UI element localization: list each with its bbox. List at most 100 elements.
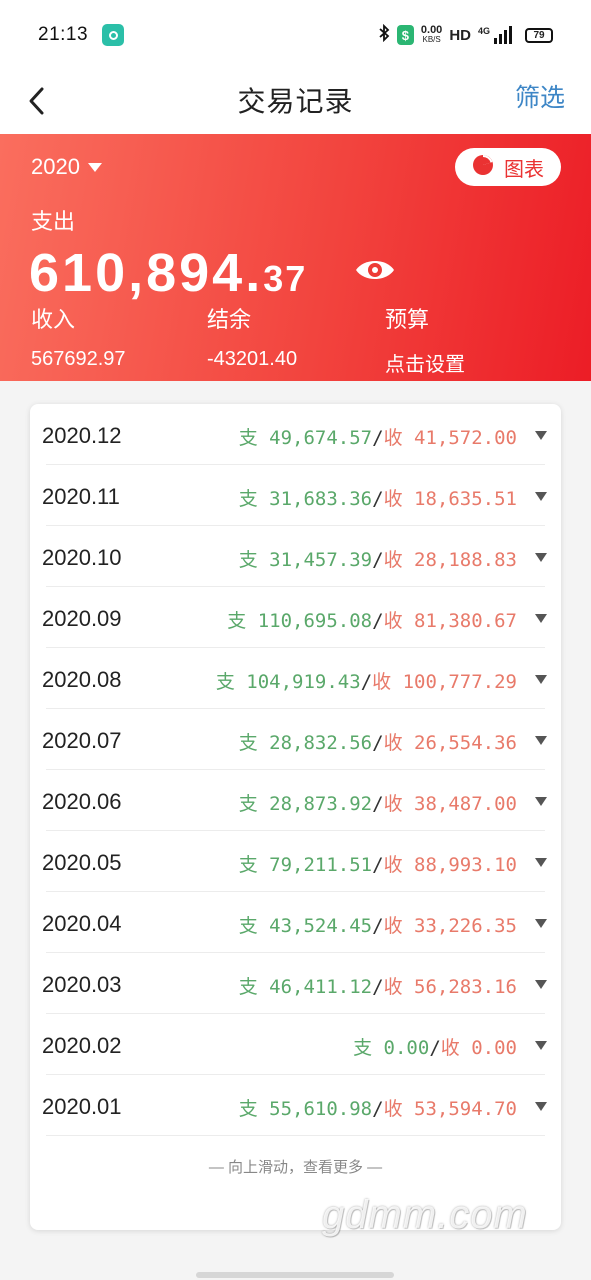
- year-selector[interactable]: 2020: [31, 154, 102, 180]
- month-row[interactable]: 2020.02 支 0.00/收 0.00: [30, 1014, 561, 1075]
- income-prefix: 收: [383, 610, 403, 632]
- income-prefix: 收: [383, 427, 403, 449]
- month-row[interactable]: 2020.09 支 110,695.08/收 81,380.67: [30, 587, 561, 648]
- budget-setup-link[interactable]: 点击设置: [385, 348, 465, 377]
- amount-separator: /: [372, 427, 384, 449]
- income-value: 567692.97: [31, 348, 126, 370]
- month-label: 2020.02: [42, 1033, 122, 1058]
- expense-prefix: 支: [238, 1098, 258, 1120]
- income-stat: 收入 567692.97: [31, 302, 126, 371]
- monthly-list: — 向上滑动，查看更多 — 2020.12 支 49,674.57/收 41,57…: [30, 404, 561, 1230]
- income-amount: 0.00: [471, 1037, 517, 1059]
- month-row[interactable]: 2020.12 支 49,674.57/收 41,572.00: [30, 404, 561, 465]
- amount-separator: /: [372, 732, 384, 754]
- expand-caret-icon[interactable]: [535, 492, 547, 501]
- expense-prefix: 支: [215, 671, 235, 693]
- income-prefix: 收: [383, 854, 403, 876]
- income-amount: 100,777.29: [402, 671, 517, 693]
- budget-stat[interactable]: 预算 点击设置: [385, 302, 465, 377]
- expense-prefix: 支: [353, 1037, 373, 1059]
- amount-separator: /: [372, 854, 384, 876]
- month-amounts: 支 104,919.43/收 100,777.29: [216, 667, 517, 694]
- month-label: 2020.08: [42, 667, 122, 692]
- amount-separator: /: [372, 610, 384, 632]
- income-label: 收入: [31, 307, 76, 332]
- income-amount: 88,993.10: [414, 854, 517, 876]
- expand-caret-icon[interactable]: [535, 797, 547, 806]
- month-row[interactable]: 2020.01 支 55,610.98/收 53,594.70: [30, 1075, 561, 1136]
- month-row[interactable]: 2020.08 支 104,919.43/收 100,777.29: [30, 648, 561, 709]
- month-amounts: 支 79,211.51/收 88,993.10: [239, 850, 517, 877]
- pie-chart-icon: [472, 154, 494, 181]
- amount-separator: /: [429, 1037, 441, 1059]
- balance-stat: 结余 -43201.40: [207, 302, 297, 371]
- network-type: 4G: [477, 26, 490, 36]
- month-label: 2020.09: [42, 606, 122, 631]
- expand-caret-icon[interactable]: [535, 1102, 547, 1111]
- dropdown-caret-icon: [87, 162, 102, 172]
- income-prefix: 收: [383, 976, 403, 998]
- net-speed-unit: KB/S: [422, 35, 441, 44]
- month-label: 2020.07: [42, 728, 122, 753]
- month-label: 2020.06: [42, 789, 122, 814]
- month-amounts: 支 0.00/收 0.00: [353, 1033, 517, 1060]
- income-prefix: 收: [440, 1037, 460, 1059]
- expand-caret-icon[interactable]: [535, 736, 547, 745]
- expand-caret-icon[interactable]: [535, 614, 547, 623]
- expense-prefix: 支: [238, 427, 258, 449]
- month-amounts: 支 46,411.12/收 56,283.16: [239, 972, 517, 999]
- month-amounts: 支 55,610.98/收 53,594.70: [239, 1094, 517, 1121]
- income-amount: 18,635.51: [414, 488, 517, 510]
- expense-amount: 49,674.57: [269, 427, 373, 449]
- expand-caret-icon[interactable]: [535, 919, 547, 928]
- amount-separator: /: [372, 915, 384, 937]
- scroll-hint: — 向上滑动，查看更多 —: [208, 1159, 383, 1176]
- eye-icon[interactable]: [354, 256, 396, 289]
- month-label: 2020.11: [42, 484, 120, 509]
- month-row[interactable]: 2020.04 支 43,524.45/收 33,226.35: [30, 892, 561, 953]
- month-row[interactable]: 2020.05 支 79,211.51/收 88,993.10: [30, 831, 561, 892]
- signal-icon: 4G: [478, 26, 512, 44]
- month-row[interactable]: 2020.03 支 46,411.12/收 56,283.16: [30, 953, 561, 1014]
- month-row[interactable]: 2020.10 支 31,457.39/收 28,188.83: [30, 526, 561, 587]
- net-speed: 0.00 KB/S: [420, 24, 443, 45]
- row-divider: [46, 1135, 545, 1136]
- chart-button-label: 图表: [504, 158, 544, 181]
- expand-caret-icon[interactable]: [535, 675, 547, 684]
- expense-prefix: 支: [238, 488, 258, 510]
- month-row[interactable]: 2020.06 支 28,873.92/收 38,487.00: [30, 770, 561, 831]
- status-indicators: $ 0.00 KB/S HD 4G 79: [378, 23, 553, 47]
- app-notification-icon: [102, 24, 125, 46]
- month-amounts: 支 28,832.56/收 26,554.36: [239, 728, 517, 755]
- month-amounts: 支 31,457.39/收 28,188.83: [239, 545, 517, 572]
- month-row[interactable]: 2020.07 支 28,832.56/收 26,554.36: [30, 709, 561, 770]
- expense-prefix: 支: [238, 732, 258, 754]
- expense-amount: 28,832.56: [269, 732, 373, 754]
- total-spend-integer: 610,894.: [29, 243, 264, 303]
- month-row[interactable]: 2020.11 支 31,683.36/收 18,635.51: [30, 465, 561, 526]
- expand-caret-icon[interactable]: [535, 1041, 547, 1050]
- expense-prefix: 支: [238, 549, 258, 571]
- expand-caret-icon[interactable]: [535, 431, 547, 440]
- home-indicator[interactable]: [196, 1272, 394, 1278]
- income-prefix: 收: [383, 549, 403, 571]
- amount-separator: /: [372, 488, 384, 510]
- filter-button[interactable]: 筛选: [515, 78, 565, 114]
- income-prefix: 收: [383, 488, 403, 510]
- expand-caret-icon[interactable]: [535, 858, 547, 867]
- nav-bar: 交易记录 筛选: [0, 70, 591, 134]
- net-speed-value: 0.00: [420, 24, 443, 36]
- chart-button[interactable]: 图表: [455, 148, 561, 186]
- amount-separator: /: [360, 671, 373, 693]
- expense-amount: 31,457.39: [269, 549, 373, 571]
- expense-amount: 31,683.36: [269, 488, 373, 510]
- year-label: 2020: [31, 154, 80, 179]
- expand-caret-icon[interactable]: [535, 980, 547, 989]
- expense-amount: 46,411.12: [269, 976, 373, 998]
- total-spend-amount: 610,894. 37: [29, 242, 307, 304]
- money-app-icon: $: [396, 25, 414, 45]
- expense-amount: 55,610.98: [269, 1098, 373, 1120]
- battery-icon: 79: [525, 27, 553, 43]
- expand-caret-icon[interactable]: [535, 553, 547, 562]
- expense-prefix: 支: [238, 915, 258, 937]
